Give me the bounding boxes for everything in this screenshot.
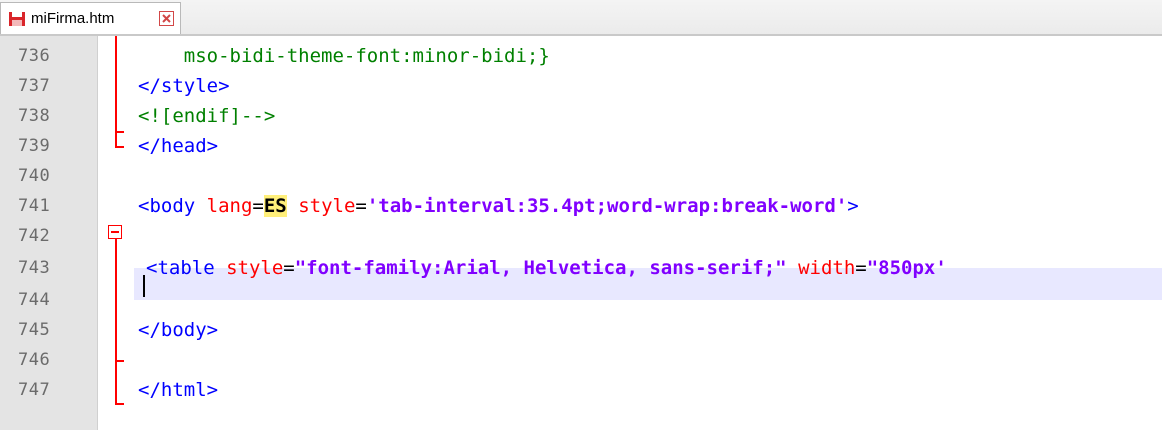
attr-token: width: [786, 257, 856, 279]
code-line[interactable]: 741 <body lang=ES style='tab-interval:35…: [0, 190, 1162, 220]
code-text: <table style="font-family:Arial, Helveti…: [146, 257, 947, 279]
line-number: 738: [18, 106, 51, 126]
code-text: <body lang=ES style='tab-interval:35.4pt…: [138, 195, 859, 217]
code-text: mso-bidi-theme-font:minor-bidi;}: [138, 45, 550, 67]
tag-token: >: [847, 195, 859, 217]
code-line[interactable]: 745 </body>: [0, 314, 1162, 344]
close-x-icon[interactable]: [159, 11, 174, 26]
code-line[interactable]: 747 </html>: [0, 374, 1162, 404]
string-token: "font-family:Arial, Helvetica, sans-seri…: [294, 257, 787, 279]
line-number: 742: [18, 226, 51, 246]
string-token: "850px': [866, 257, 947, 279]
line-number: 747: [18, 380, 51, 400]
code-text: </head>: [138, 135, 219, 157]
value-token: ES: [263, 195, 287, 217]
attr-token: style: [286, 195, 356, 217]
equals-token: =: [283, 257, 295, 279]
tab-label: miFirma.htm: [31, 10, 115, 27]
code-line[interactable]: 739 </head>: [0, 130, 1162, 160]
code-line[interactable]: 736 mso-bidi-theme-font:minor-bidi;}: [0, 40, 1162, 70]
line-number: 746: [18, 350, 51, 370]
code-line[interactable]: 738 <![endif]-->: [0, 100, 1162, 130]
line-number: 743: [18, 258, 51, 278]
code-editor[interactable]: 736 mso-bidi-theme-font:minor-bidi;} 737…: [0, 36, 1162, 430]
code-line[interactable]: 746: [0, 344, 1162, 374]
code-line[interactable]: 740: [0, 160, 1162, 190]
line-number: 739: [18, 136, 51, 156]
attr-token: lang: [195, 195, 253, 217]
line-number: 744: [18, 290, 51, 310]
code-text: <![endif]-->: [138, 105, 276, 127]
attr-token: style: [214, 257, 284, 279]
code-line-current[interactable]: 743 <table style="font-family:Arial, Hel…: [0, 252, 1162, 282]
equals-token: =: [252, 195, 264, 217]
equals-token: =: [855, 257, 867, 279]
tag-token: <body: [138, 195, 196, 217]
line-number: 741: [18, 196, 51, 216]
code-line[interactable]: 742: [0, 220, 1162, 250]
tab-mifirma[interactable]: miFirma.htm: [0, 2, 181, 34]
line-number: 736: [18, 46, 51, 66]
code-line[interactable]: 737 </style>: [0, 70, 1162, 100]
tag-token: <table: [146, 257, 215, 279]
code-text: </body>: [138, 319, 219, 341]
string-token: 'tab-interval:35.4pt;word-wrap:break-wor…: [366, 195, 848, 217]
line-number: 745: [18, 320, 51, 340]
tab-bar: miFirma.htm: [0, 0, 1162, 34]
equals-token: =: [355, 195, 367, 217]
code-line[interactable]: 744: [0, 284, 1162, 314]
line-number: 740: [18, 166, 51, 186]
code-text: </html>: [138, 379, 219, 401]
code-text: </style>: [138, 75, 230, 97]
line-number: 737: [18, 76, 51, 96]
save-disk-icon: [9, 12, 25, 26]
